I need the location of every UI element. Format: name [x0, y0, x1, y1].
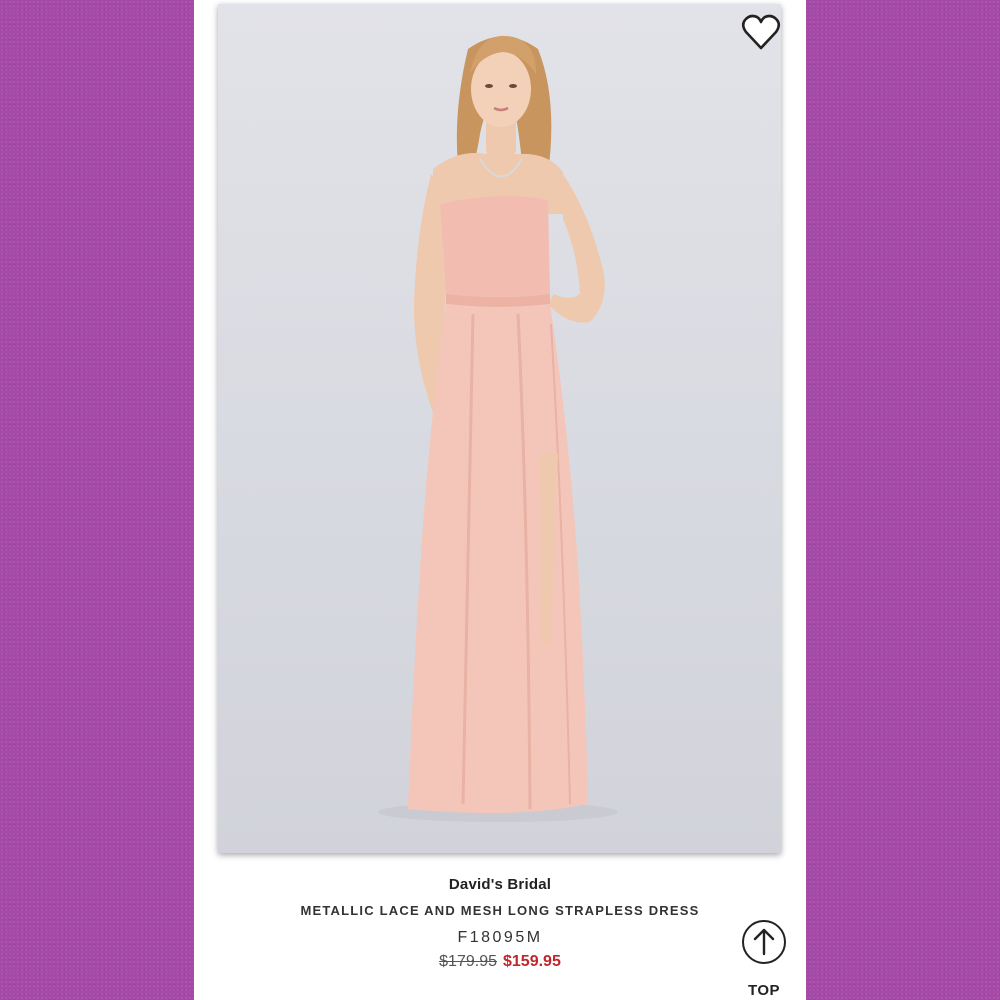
product-card: David's Bridal METALLIC LACE AND MESH LO…	[194, 0, 806, 1000]
product-image[interactable]	[218, 4, 781, 853]
product-name[interactable]: METALLIC LACE AND MESH LONG STRAPLESS DR…	[194, 901, 806, 921]
original-price: $179.95	[439, 953, 497, 970]
back-to-top-button[interactable]: TOP	[740, 920, 788, 1000]
product-info: David's Bridal METALLIC LACE AND MESH LO…	[194, 874, 806, 973]
product-sku: F18095M	[457, 929, 543, 946]
product-brand[interactable]: David's Bridal	[194, 874, 806, 896]
top-circle	[742, 920, 786, 964]
top-label: TOP	[747, 982, 781, 999]
model-in-dress-illustration	[378, 35, 618, 822]
arrow-up-icon	[753, 928, 775, 956]
heart-outline-icon	[741, 14, 781, 50]
sale-price: $159.95	[503, 953, 561, 970]
product-price: $179.95 $159.95	[194, 951, 806, 973]
favorite-button[interactable]	[740, 12, 782, 52]
